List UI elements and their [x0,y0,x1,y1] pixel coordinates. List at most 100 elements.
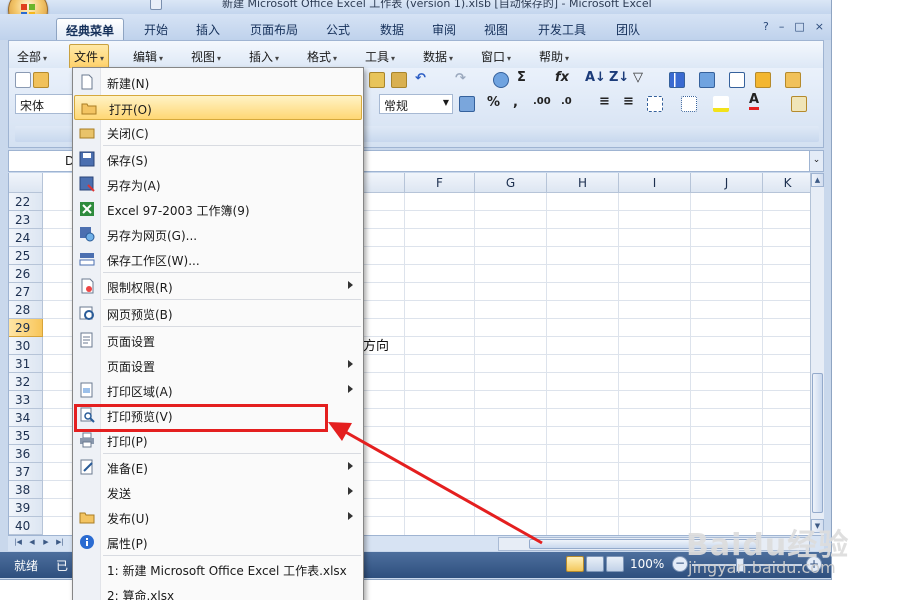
menu-help[interactable]: 帮助 ▾ [539,48,569,65]
new-file-icon[interactable] [15,72,31,88]
row-header[interactable]: 27 [9,283,43,301]
increase-decimal-icon[interactable]: .00 [533,96,551,107]
restore-icon[interactable]: □ [794,20,804,33]
prev-sheet-icon[interactable]: ◀ [26,538,38,550]
increase-indent-icon[interactable]: ≡ [623,94,634,109]
menu-format[interactable]: 格式 ▾ [307,48,337,65]
last-sheet-icon[interactable]: ▶| [54,538,66,550]
row-header[interactable]: 24 [9,229,43,247]
name-box[interactable]: D [9,151,75,171]
row-header[interactable]: 31 [9,355,43,373]
tab-data[interactable]: 数据 [372,18,412,40]
menu-item-save-as[interactable]: 另存为(A) [73,172,363,197]
font-name-select[interactable]: 宋体 [15,94,77,114]
column-header-I[interactable]: I [619,173,691,193]
comma-icon[interactable]: , [513,95,518,110]
menu-view[interactable]: 视图 ▾ [191,48,221,65]
next-sheet-icon[interactable]: ▶ [40,538,52,550]
clear-format-icon[interactable] [391,72,407,88]
row-header[interactable]: 40 [9,517,43,535]
merge-cells-icon[interactable] [647,96,663,112]
quick-save-icon[interactable] [150,0,162,10]
folder-icon[interactable] [785,72,801,88]
macro-icon[interactable] [755,72,771,88]
menu-item-print-area[interactable]: 打印区域(A) [73,378,363,403]
row-header[interactable]: 36 [9,445,43,463]
row-header[interactable]: 23 [9,211,43,229]
row-header[interactable]: 28 [9,301,43,319]
page-break-view-icon[interactable] [606,556,624,572]
tab-classic-menu[interactable]: 经典菜单 [56,18,124,40]
row-header[interactable]: 34 [9,409,43,427]
minimize-icon[interactable]: – [779,20,785,33]
select-all-corner[interactable] [9,173,43,193]
zoom-level[interactable]: 100% [630,557,664,571]
menu-item-page-setup[interactable]: 页面设置 [73,328,363,353]
function-icon[interactable]: fx [555,70,569,85]
first-sheet-icon[interactable]: |◀ [12,538,24,550]
menu-item-prepare[interactable]: 准备(E) [73,455,363,480]
help-icon[interactable]: ? [763,20,769,33]
page-layout-view-icon[interactable] [586,556,604,572]
menu-item-recent-2[interactable]: 2: 算命.xlsx [73,582,363,600]
tab-view[interactable]: 视图 [476,18,516,40]
tab-home[interactable]: 开始 [136,18,176,40]
currency-icon[interactable] [459,96,475,112]
menu-item-recent-1[interactable]: 1: 新建 Microsoft Office Excel 工作表.xlsx [73,557,363,582]
menu-all[interactable]: 全部 ▾ [17,48,47,65]
menu-item-web-preview[interactable]: 网页预览(B) [73,301,363,326]
column-header-J[interactable]: J [691,173,763,193]
menu-item-save[interactable]: 保存(S) [73,147,363,172]
sort-descending-icon[interactable]: Z↓ [609,70,629,85]
table-icon[interactable] [729,72,745,88]
menu-item-close[interactable]: 关闭(C) [73,120,363,145]
font-color-icon[interactable]: A [749,93,760,110]
fill-color-icon[interactable] [713,96,729,112]
expand-formula-icon[interactable]: ⌄ [809,151,823,171]
close-icon[interactable]: × [815,20,824,33]
borders-icon[interactable] [681,96,697,112]
menu-file[interactable]: 文件 ▾ [69,44,110,69]
row-header[interactable]: 30 [9,337,43,355]
column-header-H[interactable]: H [547,173,619,193]
chart-icon[interactable] [669,72,685,88]
row-header[interactable]: 35 [9,427,43,445]
menu-item-excel-97[interactable]: Excel 97-2003 工作簿(9) [73,197,363,222]
menu-item-new[interactable]: 新建(N) [73,70,363,95]
menu-insert[interactable]: 插入 ▾ [249,48,279,65]
column-header-K[interactable]: K [763,173,810,193]
vertical-scrollbar[interactable]: ▲ ▼ [810,173,824,535]
row-header[interactable]: 25 [9,247,43,265]
tab-insert[interactable]: 插入 [188,18,228,40]
tab-review[interactable]: 审阅 [424,18,464,40]
menu-tools[interactable]: 工具 ▾ [365,48,395,65]
menu-item-send[interactable]: 发送 [73,480,363,505]
format-painter-icon[interactable] [369,72,385,88]
row-header-selected[interactable]: 29 [9,319,43,337]
normal-view-icon[interactable] [566,556,584,572]
open-file-icon[interactable] [33,72,49,88]
row-header[interactable]: 26 [9,265,43,283]
menu-item-properties[interactable]: 属性(P) [73,530,363,555]
menu-item-save-web[interactable]: 另存为网页(G)... [73,222,363,247]
column-header-F[interactable]: F [405,173,475,193]
tab-team[interactable]: 团队 [608,18,648,40]
redo-icon[interactable]: ↷ [455,71,466,86]
percent-icon[interactable]: % [487,95,500,110]
scroll-thumb[interactable] [812,373,823,513]
menu-item-publish[interactable]: 发布(U) [73,505,363,530]
row-header[interactable]: 22 [9,193,43,211]
pivot-icon[interactable] [699,72,715,88]
number-format-select[interactable]: 常规 ▼ [379,94,453,114]
autosum-icon[interactable]: Σ [517,70,526,85]
tab-developer[interactable]: 开发工具 [532,18,592,40]
row-header[interactable]: 33 [9,391,43,409]
menu-item-restrict-permission[interactable]: 限制权限(R) [73,274,363,299]
hyperlink-icon[interactable] [493,72,509,88]
decrease-decimal-icon[interactable]: .0 [561,96,572,107]
row-header[interactable]: 38 [9,481,43,499]
menu-data[interactable]: 数据 ▾ [423,48,453,65]
row-header[interactable]: 37 [9,463,43,481]
scroll-up-icon[interactable]: ▲ [811,173,824,187]
filter-icon[interactable]: ▽ [633,70,643,85]
